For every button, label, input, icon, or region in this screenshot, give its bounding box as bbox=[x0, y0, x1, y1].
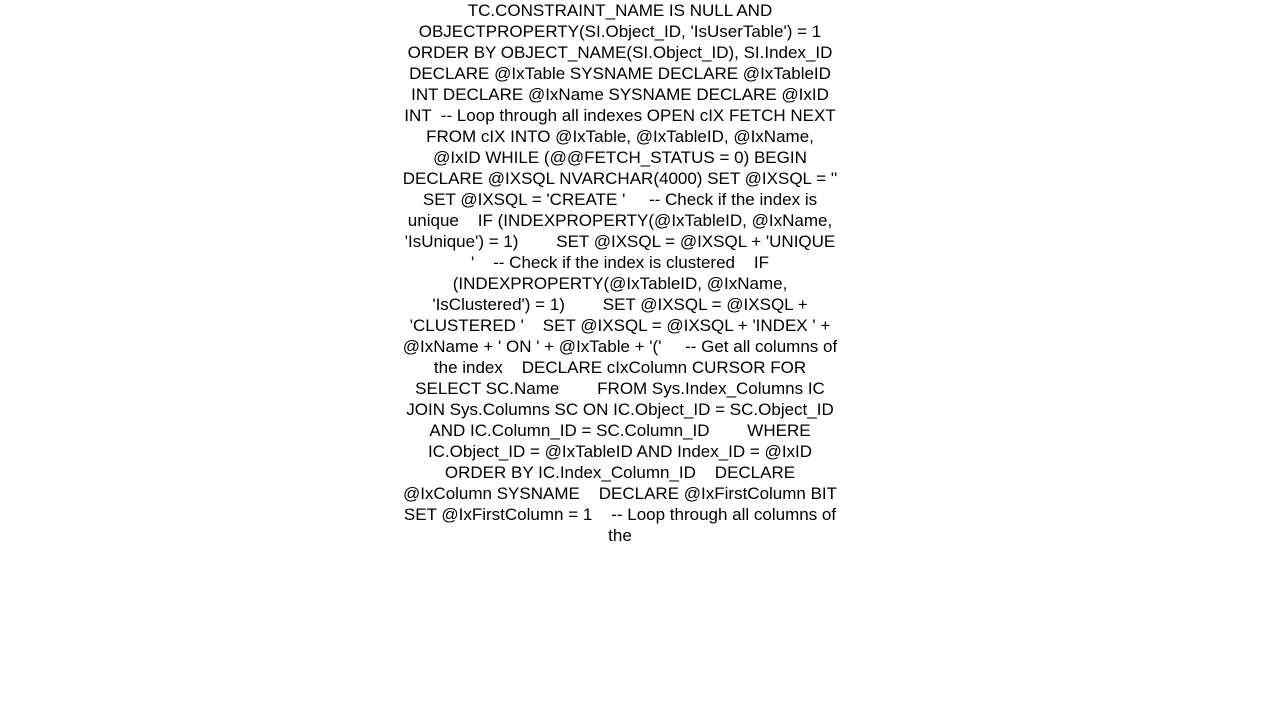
sql-script-text: TC.CONSTRAINT_NAME IS NULL AND OBJECTPRO… bbox=[402, 1, 863, 545]
page-root: TC.CONSTRAINT_NAME IS NULL AND OBJECTPRO… bbox=[0, 0, 1280, 720]
